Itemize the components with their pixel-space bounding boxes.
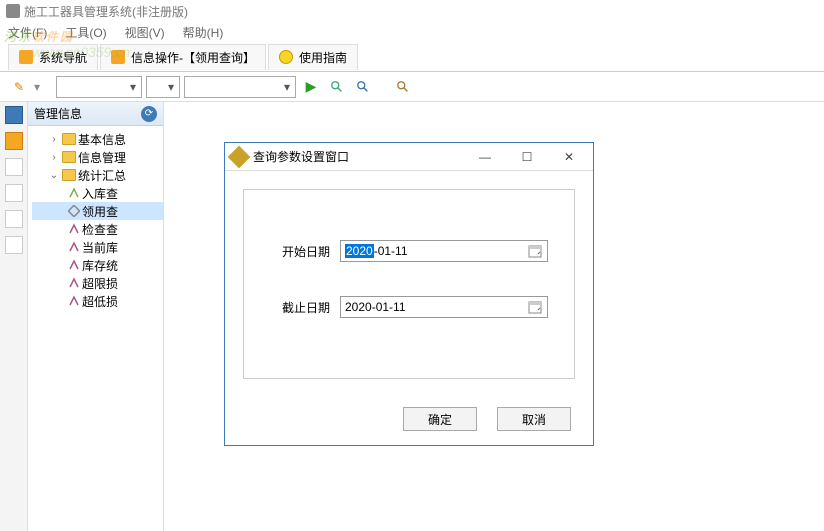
combo-3[interactable]: ▾	[184, 76, 296, 98]
folder-icon	[62, 151, 76, 163]
ok-button[interactable]: 确定	[403, 407, 477, 431]
help-icon	[279, 50, 293, 64]
menu-bar: 文件(F) 工具(O) 视图(V) 帮助(H)	[0, 22, 824, 42]
tree-panel: 管理信息 ⟳ ›基本信息 ›信息管理 ⌄统计汇总 入库查 领用查 检查查 当前库…	[28, 102, 164, 531]
end-date-label: 截止日期	[270, 299, 330, 316]
search-1-button[interactable]	[326, 76, 348, 98]
tree-node-over[interactable]: 超限损	[32, 274, 163, 292]
folder-icon	[62, 133, 76, 145]
left-strip	[0, 102, 28, 531]
calendar-icon[interactable]	[527, 299, 543, 315]
window-title: 施工工器具管理系统(非注册版)	[24, 3, 188, 20]
window-title-bar: 施工工器具管理系统(非注册版)	[0, 0, 824, 22]
close-button[interactable]: ✕	[551, 147, 587, 167]
calendar-icon[interactable]	[527, 243, 543, 259]
maximize-button[interactable]: ☐	[509, 147, 545, 167]
minimize-button[interactable]: —	[467, 147, 503, 167]
strip-view-5[interactable]	[5, 210, 23, 228]
dialog-icon	[228, 145, 251, 168]
node-label: 超低损	[82, 293, 118, 310]
folder-icon	[62, 169, 76, 181]
date-rest: -01-11	[374, 244, 408, 258]
tree-node-stat[interactable]: ⌄统计汇总	[32, 166, 163, 184]
node-label: 超限损	[82, 275, 118, 292]
app-icon	[6, 4, 20, 18]
strip-view-4[interactable]	[5, 184, 23, 202]
leaf-icon	[68, 295, 80, 307]
node-label: 当前库	[82, 239, 118, 256]
node-label: 库存统	[82, 257, 118, 274]
combo-2[interactable]: ▾	[146, 76, 180, 98]
tree-node-basic[interactable]: ›基本信息	[32, 130, 163, 148]
tree-node-stock[interactable]: 库存统	[32, 256, 163, 274]
run-button[interactable]: ▶	[300, 76, 322, 98]
tree-title: 管理信息	[34, 105, 82, 122]
pencil-button[interactable]: ✎	[8, 76, 30, 98]
tab-info-operation[interactable]: 信息操作-【领用查询】	[100, 44, 266, 70]
leaf-icon	[68, 259, 80, 271]
nav-icon	[19, 50, 33, 64]
cancel-button[interactable]: 取消	[497, 407, 571, 431]
search-3-button[interactable]	[392, 76, 414, 98]
start-date-label: 开始日期	[270, 243, 330, 260]
date-value: 2020-01-11	[345, 300, 406, 314]
menu-tool[interactable]: 工具(O)	[65, 24, 106, 41]
start-date-input[interactable]: 2020-01-11	[340, 240, 548, 262]
tree-node-in[interactable]: 入库查	[32, 184, 163, 202]
refresh-icon[interactable]: ⟳	[141, 106, 157, 122]
tree-node-out[interactable]: 领用查	[32, 202, 163, 220]
query-params-dialog: 查询参数设置窗口 — ☐ ✕ 开始日期 2020-01-11 截	[224, 142, 594, 446]
node-label: 统计汇总	[78, 167, 126, 184]
tree-node-under[interactable]: 超低损	[32, 292, 163, 310]
leaf-icon	[68, 277, 80, 289]
strip-view-3[interactable]	[5, 158, 23, 176]
leaf-icon	[68, 241, 80, 253]
tree: ›基本信息 ›信息管理 ⌄统计汇总 入库查 领用查 检查查 当前库 库存统 超限…	[28, 126, 163, 310]
strip-view-6[interactable]	[5, 236, 23, 254]
search-2-button[interactable]	[352, 76, 374, 98]
end-date-input[interactable]: 2020-01-11	[340, 296, 548, 318]
leaf-icon	[68, 205, 80, 217]
tree-node-current[interactable]: 当前库	[32, 238, 163, 256]
tab-system-nav[interactable]: 系统导航	[8, 44, 98, 70]
leaf-icon	[68, 223, 80, 235]
combo-1[interactable]: ▾	[56, 76, 142, 98]
menu-view[interactable]: 视图(V)	[125, 24, 165, 41]
tab-bar: 系统导航 信息操作-【领用查询】 使用指南	[0, 42, 824, 72]
toolbar: ✎ ▾ ▾ ▾ ▾ ▶	[0, 72, 824, 102]
node-label: 入库查	[82, 185, 118, 202]
tree-node-check[interactable]: 检查查	[32, 220, 163, 238]
tab-label: 信息操作-【领用查询】	[131, 49, 255, 66]
node-label: 信息管理	[78, 149, 126, 166]
node-label: 检查查	[82, 221, 118, 238]
menu-help[interactable]: 帮助(H)	[183, 24, 224, 41]
menu-file[interactable]: 文件(F)	[8, 24, 47, 41]
tree-header: 管理信息 ⟳	[28, 102, 163, 126]
dialog-title-bar[interactable]: 查询参数设置窗口 — ☐ ✕	[225, 143, 593, 171]
content-area: 查询参数设置窗口 — ☐ ✕ 开始日期 2020-01-11 截	[164, 102, 824, 531]
leaf-icon	[68, 187, 80, 199]
tab-guide[interactable]: 使用指南	[268, 44, 358, 70]
selected-year: 2020	[345, 244, 374, 258]
strip-view-2[interactable]	[5, 132, 23, 150]
node-label: 基本信息	[78, 131, 126, 148]
dialog-title: 查询参数设置窗口	[253, 148, 349, 165]
tab-label: 系统导航	[39, 49, 87, 66]
node-label: 领用查	[82, 203, 118, 220]
tree-node-info[interactable]: ›信息管理	[32, 148, 163, 166]
strip-view-1[interactable]	[5, 106, 23, 124]
doc-icon	[111, 50, 125, 64]
tab-label: 使用指南	[299, 49, 347, 66]
